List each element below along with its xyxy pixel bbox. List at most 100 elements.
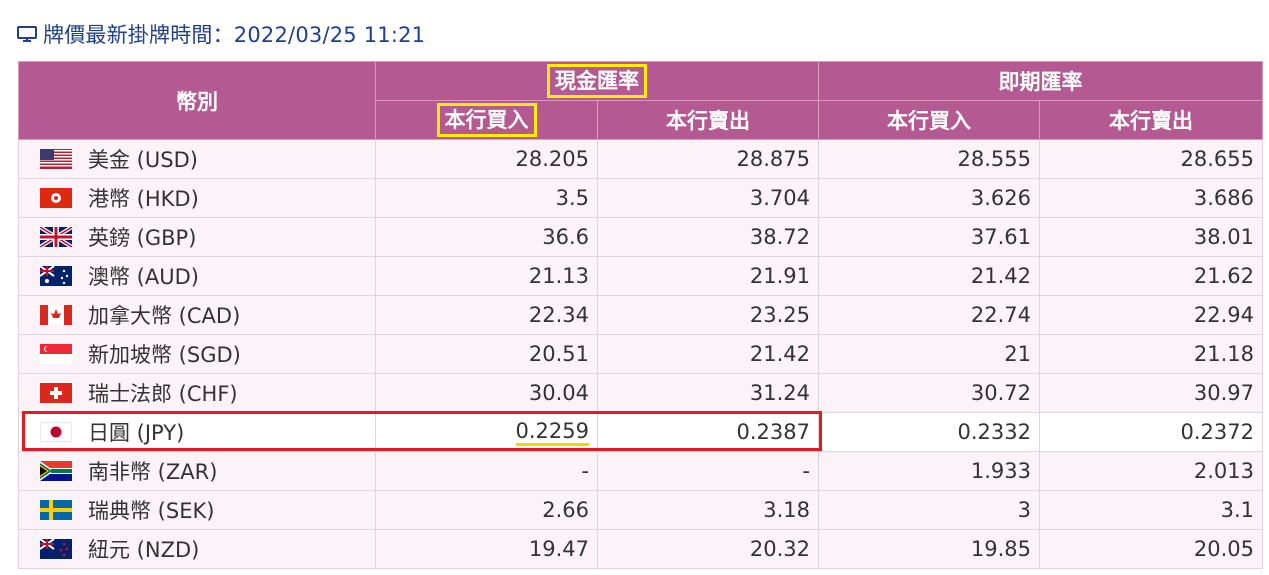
cash-sell-cell: 3.18	[597, 490, 819, 530]
header-spot-rate: 即期匯率	[818, 61, 1263, 101]
spot-sell-cell: 0.2372	[1039, 412, 1263, 452]
cash-buy-cell: 3.5	[375, 178, 598, 218]
se-flag-icon	[40, 500, 72, 520]
cash-buy-value-underlined: 0.2259	[515, 419, 589, 446]
spot-buy-value: 19.85	[970, 537, 1031, 561]
cash-sell-value: 28.875	[736, 147, 810, 171]
page: 牌價最新掛牌時間：2022/03/25 11:21 幣別 現金匯率 即期匯率 本…	[0, 0, 1269, 575]
currency-name: 美金 (USD)	[88, 148, 198, 172]
spot-sell-cell: 3.1	[1039, 490, 1263, 530]
currency-cell: 加拿大幣 (CAD)	[18, 295, 376, 335]
currency-cell: 英鎊 (GBP)	[18, 217, 376, 257]
spot-buy-cell: 21.42	[818, 256, 1040, 296]
table-row: 紐元 (NZD) 19.47 20.32 19.85 20.05	[18, 529, 1263, 569]
cash-rate-highlight: 現金匯率	[547, 64, 647, 98]
currency-cell: 瑞士法郎 (CHF)	[18, 373, 376, 413]
spot-sell-cell: 30.97	[1039, 373, 1263, 413]
spot-buy-cell: 28.555	[818, 139, 1040, 179]
spot-buy-value: 1.933	[970, 459, 1031, 483]
spot-sell-cell: 3.686	[1039, 178, 1263, 218]
spot-sell-value: 30.97	[1193, 381, 1254, 405]
cash-buy-value: 36.6	[542, 225, 589, 249]
cash-buy-cell: 30.04	[375, 373, 598, 413]
spot-buy-cell: 3	[818, 490, 1040, 530]
cash-sell-value: 38.72	[749, 225, 810, 249]
spot-buy-cell: 21	[818, 334, 1040, 374]
cash-sell-value: -	[802, 459, 810, 483]
spot-buy-value: 21.42	[970, 264, 1031, 288]
spot-buy-cell: 1.933	[818, 451, 1040, 491]
spot-sell-value: 21.18	[1193, 342, 1254, 366]
spot-sell-value: 21.62	[1193, 264, 1254, 288]
cash-buy-value: 21.13	[528, 264, 589, 288]
cash-buy-value: 2.66	[542, 498, 589, 522]
cash-buy-cell: 0.2259	[375, 412, 598, 452]
header-cash-buy: 本行買入	[375, 100, 598, 140]
cash-sell-cell: 21.91	[597, 256, 819, 296]
spot-buy-cell: 0.2332	[818, 412, 1040, 452]
cash-sell-cell: 31.24	[597, 373, 819, 413]
cash-sell-cell: 20.32	[597, 529, 819, 569]
spot-buy-cell: 19.85	[818, 529, 1040, 569]
currency-name: 南非幣 (ZAR)	[88, 460, 218, 484]
header-spot-sell: 本行賣出	[1039, 100, 1263, 140]
currency-cell: 瑞典幣 (SEK)	[18, 490, 376, 530]
table-row: 瑞典幣 (SEK) 2.66 3.18 3 3.1	[18, 490, 1263, 530]
cash-sell-value: 20.32	[749, 537, 810, 561]
spot-sell-cell: 20.05	[1039, 529, 1263, 569]
currency-name: 瑞士法郎 (CHF)	[88, 382, 238, 406]
ca-flag-icon	[40, 305, 72, 325]
currency-name: 港幣 (HKD)	[88, 187, 199, 211]
hk-flag-icon	[40, 188, 72, 208]
cash-sell-cell: 21.42	[597, 334, 819, 374]
cash-buy-value: 30.04	[528, 381, 589, 405]
gb-flag-icon	[40, 227, 72, 247]
spot-sell-value: 0.2372	[1180, 420, 1254, 444]
header-spot-buy: 本行買入	[818, 100, 1040, 140]
cash-buy-cell: 19.47	[375, 529, 598, 569]
spot-buy-value: 37.61	[970, 225, 1031, 249]
table-row: 加拿大幣 (CAD) 22.34 23.25 22.74 22.94	[18, 295, 1263, 335]
currency-name: 日圓 (JPY)	[88, 421, 185, 445]
spot-sell-value: 38.01	[1193, 225, 1254, 249]
nz-flag-icon	[40, 539, 72, 559]
spot-sell-value: 28.655	[1180, 147, 1254, 171]
currency-name: 澳幣 (AUD)	[88, 265, 199, 289]
cash-sell-value: 21.91	[749, 264, 810, 288]
spot-buy-cell: 3.626	[818, 178, 1040, 218]
spot-buy-value: 28.555	[957, 147, 1031, 171]
header-cash-rate: 現金匯率	[375, 61, 819, 101]
exchange-rate-table: 幣別 現金匯率 即期匯率 本行買入 本行賣出 本行買入 本行賣出 美金 (USD…	[18, 61, 1263, 569]
table-row: 南非幣 (ZAR) - - 1.933 2.013	[18, 451, 1263, 491]
currency-name: 新加坡幣 (SGD)	[88, 343, 241, 367]
currency-cell: 日圓 (JPY)	[18, 412, 376, 452]
table-row: 港幣 (HKD) 3.5 3.704 3.626 3.686	[18, 178, 1263, 218]
spot-sell-value: 22.94	[1193, 303, 1254, 327]
table-row: 日圓 (JPY) 0.2259 0.2387 0.2332 0.2372	[18, 412, 1263, 452]
cash-buy-value: 20.51	[528, 342, 589, 366]
table-row: 新加坡幣 (SGD) 20.51 21.42 21 21.18	[18, 334, 1263, 374]
spot-buy-value: 22.74	[970, 303, 1031, 327]
spot-buy-cell: 37.61	[818, 217, 1040, 257]
currency-cell: 南非幣 (ZAR)	[18, 451, 376, 491]
cash-sell-value: 3.18	[763, 498, 810, 522]
cash-sell-cell: 3.704	[597, 178, 819, 218]
cash-sell-value: 0.2387	[736, 420, 810, 444]
spot-buy-cell: 30.72	[818, 373, 1040, 413]
cash-buy-cell: 21.13	[375, 256, 598, 296]
rate-timestamp: 牌價最新掛牌時間：2022/03/25 11:21	[17, 18, 425, 50]
spot-sell-cell: 38.01	[1039, 217, 1263, 257]
cash-sell-value: 21.42	[749, 342, 810, 366]
spot-buy-value: 30.72	[970, 381, 1031, 405]
spot-buy-cell: 22.74	[818, 295, 1040, 335]
cash-buy-value: 19.47	[528, 537, 589, 561]
jp-flag-icon	[40, 422, 72, 442]
cash-sell-value: 31.24	[749, 381, 810, 405]
spot-sell-cell: 21.18	[1039, 334, 1263, 374]
cash-buy-cell: -	[375, 451, 598, 491]
table-row: 美金 (USD) 28.205 28.875 28.555 28.655	[18, 139, 1263, 179]
header-currency: 幣別	[18, 61, 376, 140]
spot-buy-value: 3	[1017, 498, 1031, 522]
header-cash-sell: 本行賣出	[597, 100, 819, 140]
cash-sell-cell: 0.2387	[597, 412, 819, 452]
